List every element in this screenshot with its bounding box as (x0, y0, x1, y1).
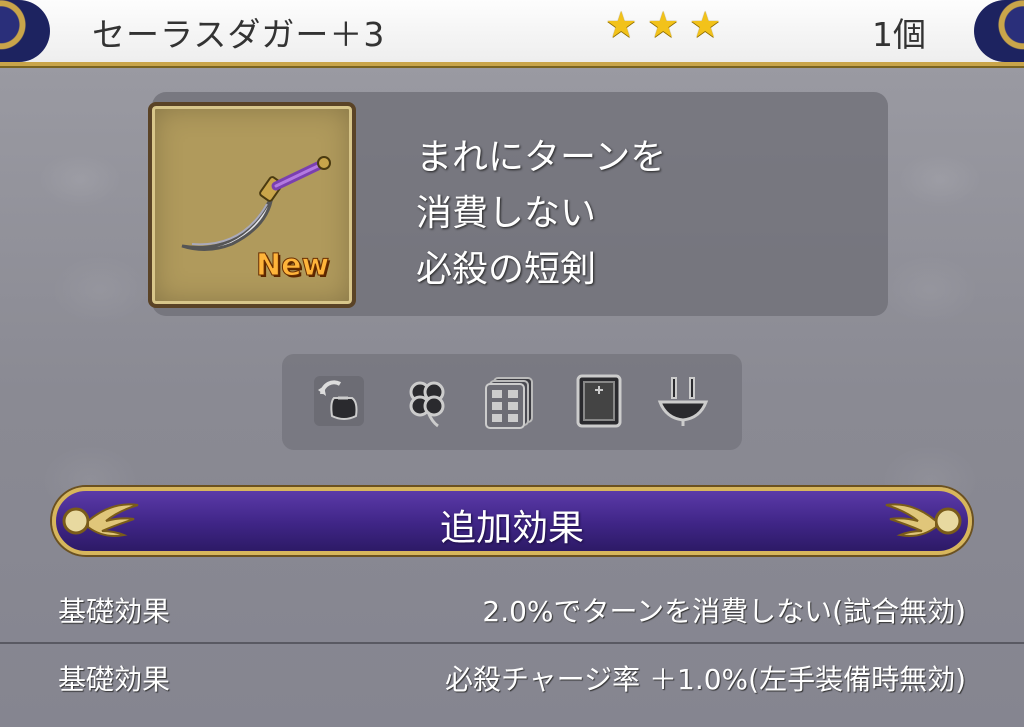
effect-label: 基礎効果 (58, 663, 171, 696)
effect-row: 基礎効果 必殺チャージ率 ＋1.0%(左手装備時無効) (0, 644, 1024, 710)
star-icon: ★ (605, 5, 638, 46)
effect-label: 基礎効果 (58, 595, 171, 628)
book-icon[interactable] (570, 372, 628, 430)
item-description: まれにターンを 消費しない 必殺の短剣 (416, 130, 666, 298)
star-icon: ★ (689, 5, 722, 46)
wing-ornament-icon (885, 503, 962, 537)
effect-value: 2.0%でターンを消費しない(試合無効) (482, 595, 966, 628)
additional-effects-banner: 追加効果 (52, 487, 972, 555)
ornament-left-icon (0, 0, 50, 62)
item-icon-frame[interactable]: New (148, 102, 356, 308)
description-line: まれにターンを (416, 137, 667, 178)
rarity-stars: ★ ★ ★ (605, 8, 725, 44)
item-count: 1個 (872, 15, 926, 54)
item-header: セーラスダガー＋3 ★ ★ ★ 1個 (0, 0, 1024, 66)
effect-value: 必殺チャージ率 ＋1.0%(左手装備時無効) (444, 663, 966, 696)
banner-label: 追加効果 (439, 508, 584, 549)
bag-swap-icon[interactable] (310, 372, 368, 430)
ornament-right-icon (974, 0, 1024, 62)
description-line: 消費しない (416, 193, 597, 234)
star-icon: ★ (647, 5, 680, 46)
item-name: セーラスダガー＋3 (92, 15, 386, 54)
effect-row: 基礎効果 2.0%でターンを消費しない(試合無効) (0, 576, 1024, 644)
trophy-icon[interactable] (654, 372, 712, 430)
cards-icon[interactable] (480, 372, 538, 430)
clover-icon[interactable] (398, 372, 456, 430)
new-badge: New (255, 248, 330, 284)
description-line: 必殺の短剣 (416, 249, 597, 290)
